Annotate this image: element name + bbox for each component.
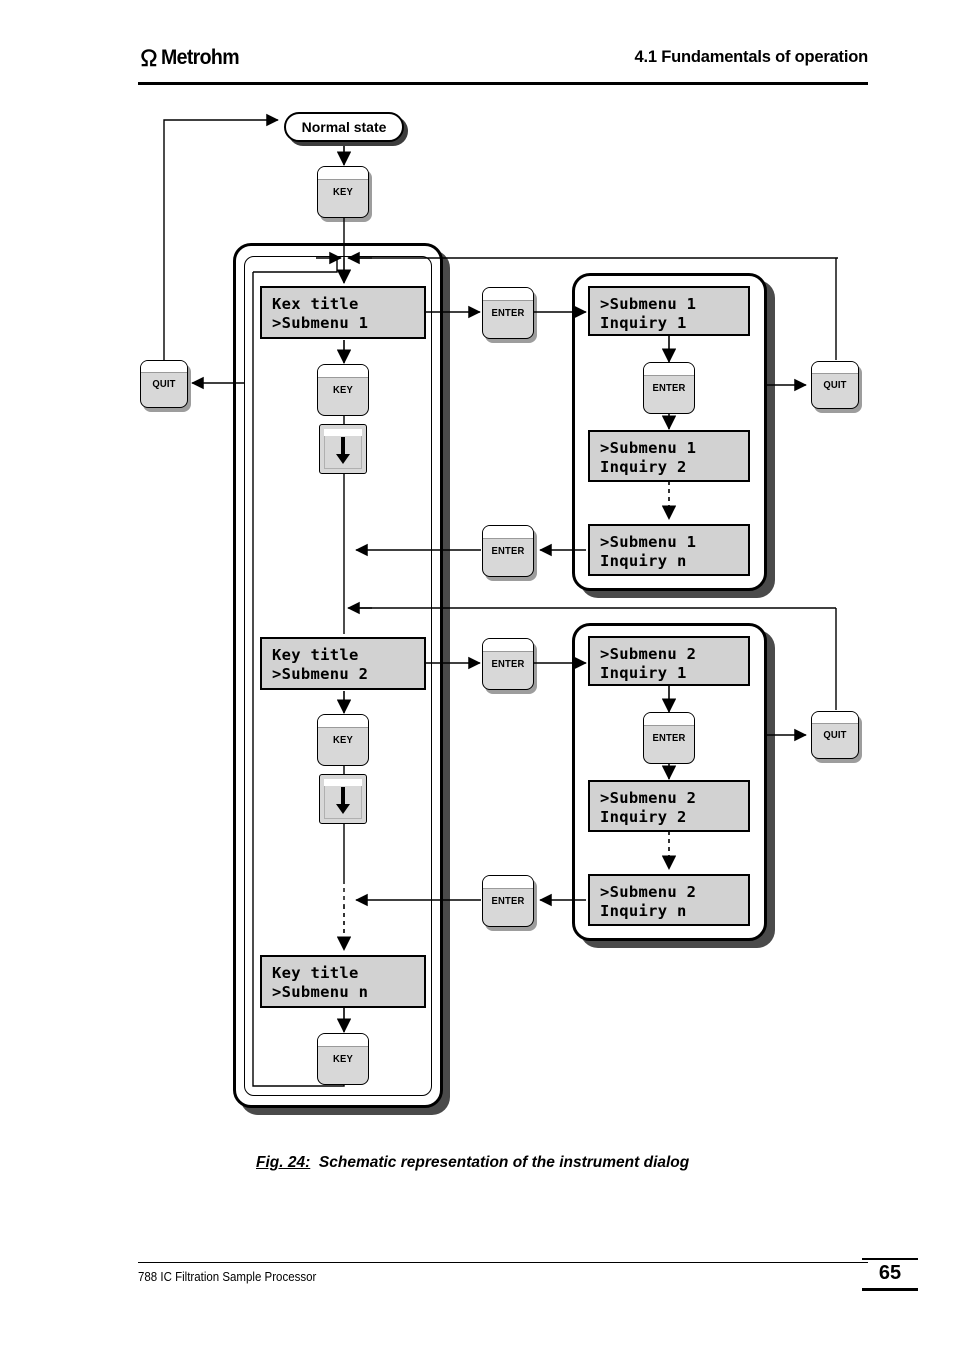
- page-number-rule-bottom: [862, 1288, 918, 1291]
- lcd-line-1: >Submenu 2: [600, 789, 697, 807]
- metrohm-omega-icon: [141, 49, 157, 67]
- enter-button-return-submenu2[interactable]: ENTER: [482, 875, 537, 931]
- key-button-label: KEY: [333, 1053, 353, 1065]
- enter-button-label: ENTER: [652, 382, 686, 394]
- enter-button-label: ENTER: [491, 307, 525, 319]
- enter-button-label: ENTER: [652, 732, 686, 744]
- quit-button-label: QUIT: [823, 729, 847, 741]
- lcd-line-2: >Submenu 1: [272, 314, 369, 332]
- normal-state-node[interactable]: Normal state: [284, 112, 408, 146]
- section-title: 4.1 Fundamentals of operation: [634, 48, 869, 66]
- page-header: Metrohm 4.1 Fundamentals of operation: [138, 46, 868, 86]
- lcd-submenu1-inquiry-1: >Submenu 1 Inquiry 1: [588, 286, 750, 336]
- lcd-line-2: Inquiry 2: [600, 808, 687, 826]
- lcd-line-2: Inquiry n: [600, 552, 687, 570]
- lcd-submenu2-inquiry-1: >Submenu 2 Inquiry 1: [588, 636, 750, 686]
- page-number: 65: [878, 1262, 902, 1284]
- lcd-submenu1-inquiry-2: >Submenu 1 Inquiry 2: [588, 430, 750, 482]
- lcd-line-2: >Submenu 2: [272, 665, 369, 683]
- page-number-rule-top: [862, 1258, 918, 1260]
- arrow-down-button-1[interactable]: [319, 424, 370, 478]
- header-divider: [138, 82, 868, 85]
- enter-button-label: ENTER: [491, 545, 525, 557]
- enter-button-label: ENTER: [491, 895, 525, 907]
- lcd-line-1: Key title: [272, 964, 359, 982]
- logo-wordmark: Metrohm: [161, 46, 240, 69]
- metrohm-logo: Metrohm: [138, 46, 245, 70]
- footer-document-title: 788 IC Filtration Sample Processor: [138, 1270, 317, 1284]
- lcd-line-1: >Submenu 1: [600, 533, 697, 551]
- lcd-line-1: >Submenu 1: [600, 439, 697, 457]
- page-number-block: 65: [862, 1258, 918, 1291]
- quit-button-main[interactable]: QUIT: [140, 360, 191, 412]
- key-button-bottom[interactable]: KEY: [317, 1033, 372, 1089]
- enter-button-inside-submenu2[interactable]: ENTER: [643, 712, 698, 768]
- enter-button-to-submenu1[interactable]: ENTER: [482, 287, 537, 343]
- lcd-main-menu-2: Key title >Submenu 2: [260, 637, 426, 690]
- arrow-down-button-2[interactable]: [319, 774, 370, 828]
- lcd-line-1: Kex title: [272, 295, 359, 313]
- lcd-line-1: >Submenu 2: [600, 645, 697, 663]
- key-button-menu1[interactable]: KEY: [317, 364, 372, 420]
- figure-caption-text: Schematic representation of the instrume…: [318, 1154, 690, 1171]
- quit-button-label: QUIT: [152, 378, 176, 390]
- key-button-label: KEY: [333, 384, 353, 396]
- lcd-line-2: Inquiry n: [600, 902, 687, 920]
- lcd-line-1: >Submenu 1: [600, 295, 697, 313]
- lcd-line-1: Key title: [272, 646, 359, 664]
- figure-number: Fig. 24:: [256, 1154, 311, 1171]
- lcd-line-2: Inquiry 1: [600, 664, 687, 682]
- enter-button-inside-submenu1[interactable]: ENTER: [643, 362, 698, 418]
- figure-caption: Fig. 24: Schematic representation of the…: [256, 1154, 689, 1172]
- enter-button-return-submenu1[interactable]: ENTER: [482, 525, 537, 581]
- key-button-label: KEY: [333, 734, 353, 746]
- arrow-down-icon: [336, 437, 350, 464]
- lcd-submenu1-inquiry-n: >Submenu 1 Inquiry n: [588, 524, 750, 576]
- quit-button-submenu2[interactable]: QUIT: [811, 711, 862, 763]
- lcd-line-2: Inquiry 2: [600, 458, 687, 476]
- lcd-line-2: >Submenu n: [272, 983, 369, 1001]
- document-page: Metrohm 4.1 Fundamentals of operation No…: [0, 0, 954, 1351]
- arrow-down-icon: [336, 787, 350, 814]
- key-button-top[interactable]: KEY: [317, 166, 372, 222]
- key-button-label: KEY: [333, 186, 353, 198]
- lcd-submenu2-inquiry-n: >Submenu 2 Inquiry n: [588, 874, 750, 926]
- normal-state-label: Normal state: [284, 112, 404, 142]
- quit-button-label: QUIT: [823, 379, 847, 391]
- lcd-line-2: Inquiry 1: [600, 314, 687, 332]
- lcd-line-1: >Submenu 2: [600, 883, 697, 901]
- enter-button-to-submenu2[interactable]: ENTER: [482, 638, 537, 694]
- enter-button-label: ENTER: [491, 658, 525, 670]
- diagram-connectors: [163, 113, 838, 1087]
- lcd-submenu2-inquiry-2: >Submenu 2 Inquiry 2: [588, 780, 750, 832]
- lcd-main-menu-n: Key title >Submenu n: [260, 955, 426, 1008]
- footer-divider: [138, 1262, 868, 1264]
- key-button-menu2[interactable]: KEY: [317, 714, 372, 770]
- quit-button-submenu1[interactable]: QUIT: [811, 361, 862, 413]
- lcd-main-menu-1: Kex title >Submenu 1: [260, 286, 426, 339]
